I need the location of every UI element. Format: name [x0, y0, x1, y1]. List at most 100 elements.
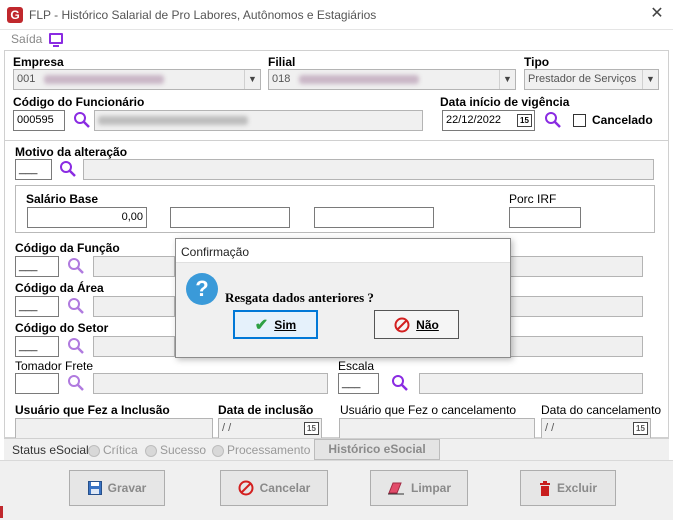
escala-input[interactable]: ___ [338, 373, 379, 394]
motivo-description-field [83, 159, 654, 180]
radio-critica[interactable]: Crítica [88, 443, 138, 457]
cancelar-label: Cancelar [259, 481, 311, 495]
confirmation-dialog: Confirmação ? Resgata dados anteriores ?… [175, 238, 511, 358]
chevron-down-icon[interactable]: ▼ [642, 70, 658, 89]
area-description-field [93, 296, 175, 317]
search-icon[interactable] [59, 160, 77, 178]
radio-sucesso[interactable]: Sucesso [145, 443, 206, 457]
search-icon[interactable] [67, 297, 85, 315]
dialog-message: Resgata dados anteriores ? [225, 290, 374, 305]
data-inclusao-field: / / 15 [218, 418, 322, 439]
menu-saida[interactable]: Saída [11, 32, 42, 46]
codigo-funcao-input[interactable]: ___ [15, 256, 59, 277]
cancelar-button[interactable]: Cancelar [220, 470, 328, 506]
check-icon: ✔ [254, 316, 269, 334]
no-button[interactable]: Não [374, 310, 459, 339]
radio-circle-icon [88, 444, 100, 457]
empresa-value: 001 [17, 73, 36, 85]
yes-button[interactable]: ✔ Sim [233, 310, 318, 339]
data-inclusao-label: Data de inclusão [218, 403, 314, 417]
status-esocial-label: Status eSocial: [12, 443, 93, 457]
floppy-disk-icon [87, 481, 102, 495]
motivo-code-input[interactable]: ___ [15, 159, 52, 180]
monitor-stand-icon [53, 45, 59, 47]
data-inicio-label: Data início de vigência [440, 95, 570, 109]
salario-base-value: 0,00 [121, 211, 143, 223]
data-inicio-value: 22/12/2022 [446, 114, 502, 126]
search-icon[interactable] [391, 374, 409, 392]
calendar-icon[interactable]: 15 [633, 422, 648, 435]
codigo-funcionario-input[interactable]: 000595 [13, 110, 65, 131]
salario-base-input[interactable]: 0,00 [27, 207, 147, 228]
usuario-cancelamento-label: Usuário que Fez o cancelamento [340, 403, 517, 417]
left-edge-marker [0, 506, 3, 518]
excluir-button[interactable]: Excluir [520, 470, 616, 506]
salario-extra-input-2[interactable] [314, 207, 434, 228]
calendar-icon[interactable]: 15 [517, 114, 532, 127]
question-icon: ? [186, 273, 218, 305]
codigo-setor-label: Código do Setor [15, 321, 109, 335]
radio-sucesso-label: Sucesso [160, 443, 207, 457]
funcionario-name-redacted [98, 115, 248, 125]
tipo-select[interactable]: Prestador de Serviços ▼ [524, 69, 659, 90]
filial-value: 018 [272, 73, 291, 85]
motivo-label: Motivo da alteração [15, 145, 128, 159]
data-cancelamento-label: Data do cancelamento [541, 403, 662, 417]
funcao-description-field-right [509, 256, 643, 277]
chevron-down-icon[interactable]: ▼ [499, 70, 515, 89]
radio-processamento-label: Processamento [227, 443, 311, 457]
window-title: FLP - Histórico Salarial de Pro Labores,… [29, 8, 377, 22]
codigo-area-input[interactable]: ___ [15, 296, 59, 317]
salario-base-label: Salário Base [26, 192, 99, 206]
monitor-icon[interactable] [49, 33, 63, 44]
data-cancelamento-field: / / 15 [541, 418, 651, 439]
search-icon[interactable] [67, 374, 85, 392]
setor-description-field [93, 336, 175, 357]
porc-irf-input[interactable] [509, 207, 581, 228]
escala-label: Escala [338, 359, 375, 373]
cancelado-label: Cancelado [592, 113, 653, 127]
search-icon[interactable] [67, 257, 85, 275]
funcionario-name-field [94, 110, 423, 131]
no-entry-icon [394, 317, 410, 332]
salario-extra-input-1[interactable] [170, 207, 290, 228]
data-inicio-input[interactable]: 22/12/2022 15 [442, 110, 535, 131]
usuario-inclusao-label: Usuário que Fez a Inclusão [15, 403, 170, 417]
tipo-value: Prestador de Serviços [528, 73, 637, 85]
chevron-down-icon[interactable]: ▼ [244, 70, 260, 89]
historico-esocial-button[interactable]: Histórico eSocial [314, 439, 440, 460]
status-bar: Status eSocial: Crítica Sucesso Processa… [4, 438, 669, 460]
excluir-label: Excluir [556, 481, 598, 495]
tipo-label: Tipo [524, 55, 550, 69]
codigo-area-label: Código da Área [15, 281, 104, 295]
gravar-button[interactable]: Gravar [69, 470, 165, 506]
search-icon[interactable] [544, 111, 562, 129]
filial-select[interactable]: 018 ▼ [268, 69, 516, 90]
empresa-label: Empresa [13, 55, 64, 69]
title-bar: G FLP - Histórico Salarial de Pro Labore… [0, 0, 673, 30]
empresa-select[interactable]: 001 ▼ [13, 69, 261, 90]
dialog-title: Confirmação [181, 245, 250, 259]
search-icon[interactable] [73, 111, 91, 129]
cancelado-checkbox[interactable] [573, 114, 586, 127]
search-icon[interactable] [67, 337, 85, 355]
divider [4, 140, 669, 141]
eraser-icon [387, 482, 404, 495]
close-icon[interactable]: ✕ [648, 5, 666, 23]
app-logo-icon: G [7, 7, 23, 23]
codigo-setor-input[interactable]: ___ [15, 336, 59, 357]
calendar-icon[interactable]: 15 [304, 422, 319, 435]
tomador-frete-label: Tomador Frete [15, 359, 94, 373]
radio-circle-icon [145, 444, 157, 457]
radio-critica-label: Crítica [103, 443, 138, 457]
limpar-label: Limpar [410, 481, 451, 495]
radio-processamento[interactable]: Processamento [212, 443, 310, 457]
trash-icon [539, 480, 550, 496]
dialog-title-bar: Confirmação [176, 239, 510, 263]
tomador-frete-description-field [93, 373, 328, 394]
tomador-frete-input[interactable] [15, 373, 59, 394]
usuario-inclusao-field [15, 418, 213, 439]
data-inclusao-value: / / [222, 422, 232, 434]
historico-esocial-label: Histórico eSocial [328, 442, 426, 456]
limpar-button[interactable]: Limpar [370, 470, 468, 506]
